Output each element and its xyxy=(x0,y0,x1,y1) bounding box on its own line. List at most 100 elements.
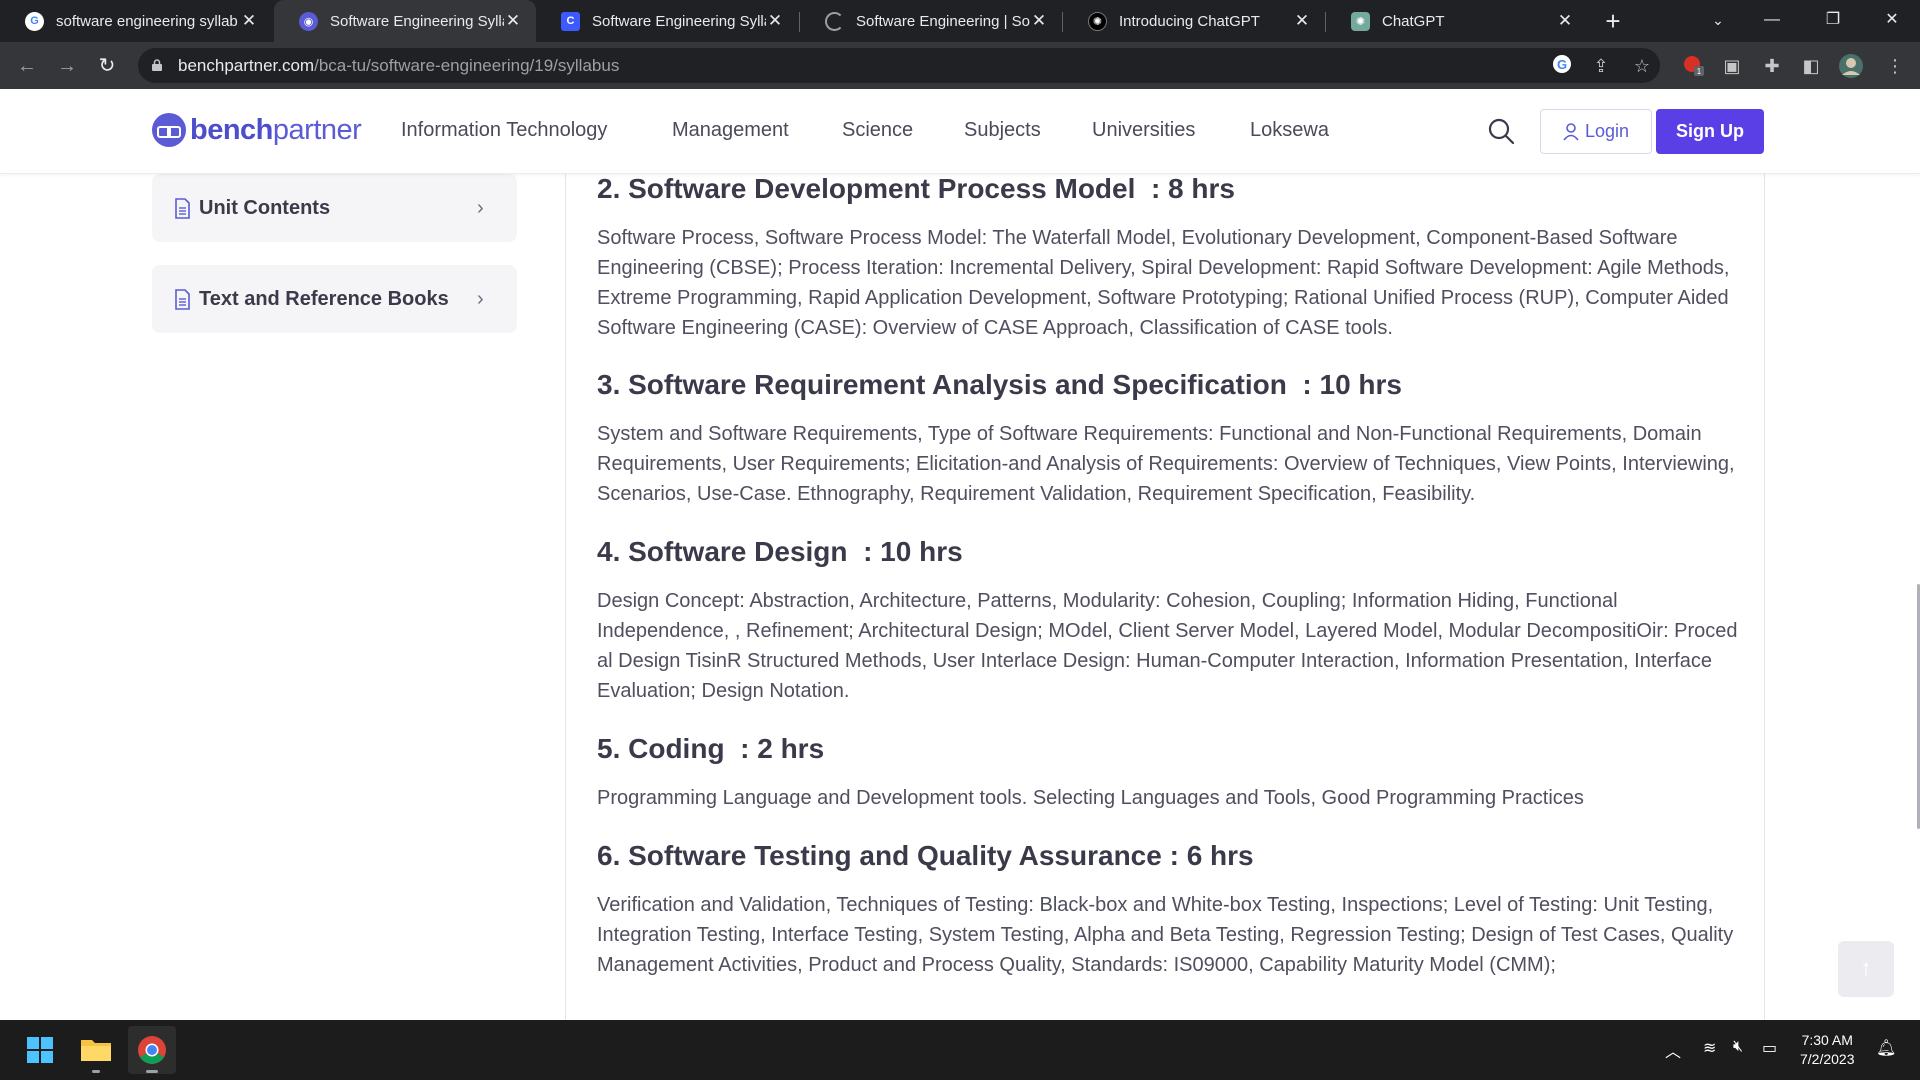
chatgpt-icon: ✺ xyxy=(1351,11,1370,31)
browser-tab[interactable]: ✺ Introducing ChatGPT ✕ xyxy=(1063,0,1325,42)
nav-science[interactable]: Science xyxy=(842,119,913,142)
unit-hours: : 10 hrs xyxy=(1302,369,1402,400)
browser-tab-strip: G software engineering syllab ✕ ◉ Softwa… xyxy=(0,0,1920,42)
start-windows-icon[interactable] xyxy=(16,1026,64,1074)
logo-glasses-icon xyxy=(152,113,186,147)
logo-text: benchpartner xyxy=(190,113,362,147)
close-tab-icon[interactable]: ✕ xyxy=(1030,11,1048,31)
browser-tab[interactable]: G software engineering syllab ✕ xyxy=(0,0,272,42)
tab-title: Software Engineering Syllab xyxy=(330,12,504,30)
unit-heading: 3. Software Requirement Analysis and Spe… xyxy=(597,369,1402,401)
unit-description: Programming Language and Development too… xyxy=(597,787,1584,809)
chrome-taskbar-icon[interactable] xyxy=(128,1026,176,1074)
speaker-muted-icon[interactable]: 🔇︎ xyxy=(1733,1038,1743,1056)
document-icon xyxy=(175,197,190,219)
battery-icon[interactable]: ▭ xyxy=(1762,1038,1777,1058)
url-path: /bca-tu/software-engineering/19/syllabus xyxy=(314,56,620,75)
menu-kebab-icon[interactable]: ⋮ xyxy=(1882,53,1908,79)
unit-title: 4. Software Design xyxy=(597,536,848,567)
chevron-right-icon: › xyxy=(477,287,484,310)
address-bar[interactable]: benchpartner.com/bca-tu/software-enginee… xyxy=(138,48,1660,83)
profile-avatar[interactable] xyxy=(1838,53,1864,79)
tab-search-chevron-icon[interactable]: ⌄ xyxy=(1690,0,1746,40)
nav-universities[interactable]: Universities xyxy=(1092,119,1195,142)
unit-heading: 2. Software Development Process Model : … xyxy=(597,173,1235,205)
close-tab-icon[interactable]: ✕ xyxy=(1293,11,1311,31)
web-page: benchpartner Information Technology Mana… xyxy=(0,89,1920,1020)
tab-title: Software Engineering | Soft xyxy=(856,12,1030,30)
window-close-button[interactable]: ✕ xyxy=(1864,0,1920,40)
google-lens-icon[interactable]: G xyxy=(1549,53,1575,79)
url-text[interactable]: benchpartner.com/bca-tu/software-enginee… xyxy=(178,56,619,76)
tab-title: software engineering syllab xyxy=(56,12,238,30)
extension-shield-icon[interactable]: 1 xyxy=(1680,53,1706,79)
lock-icon[interactable] xyxy=(152,59,162,71)
syllabus-content: 2. Software Development Process Model : … xyxy=(565,89,1765,1020)
nav-loksewa[interactable]: Loksewa xyxy=(1250,119,1329,142)
close-tab-icon[interactable]: ✕ xyxy=(766,11,784,31)
restore-button[interactable]: ❐ xyxy=(1805,0,1861,40)
unit-heading: 5. Coding : 2 hrs xyxy=(597,733,824,765)
side-panel-icon[interactable]: ◧ xyxy=(1798,53,1824,79)
unit-hours: : 8 hrs xyxy=(1150,173,1235,204)
chevron-right-icon: › xyxy=(477,196,484,219)
unit-title: 2. Software Development Process Model xyxy=(597,173,1136,204)
sidebar-item-label: Text and Reference Books xyxy=(199,287,449,310)
benchpartner-icon: ◉ xyxy=(299,11,318,31)
minimize-button[interactable]: — xyxy=(1744,0,1800,40)
close-tab-icon[interactable]: ✕ xyxy=(1556,11,1574,31)
svg-text:G: G xyxy=(1557,57,1567,72)
bookmark-star-icon[interactable]: ☆ xyxy=(1629,53,1655,79)
close-tab-icon[interactable]: ✕ xyxy=(240,11,258,31)
reload-button[interactable]: ↻ xyxy=(90,49,124,83)
url-host: benchpartner.com xyxy=(178,56,315,75)
browser-tab-active[interactable]: ◉ Software Engineering Syllab ✕ xyxy=(274,0,536,42)
unit-hours: : 10 hrs xyxy=(863,536,963,567)
close-tab-icon[interactable]: ✕ xyxy=(504,11,522,31)
file-explorer-icon[interactable] xyxy=(72,1026,120,1074)
browser-tab[interactable]: ✺ ChatGPT ✕ xyxy=(1326,0,1588,42)
site-logo[interactable]: benchpartner xyxy=(152,113,362,147)
nav-management[interactable]: Management xyxy=(672,119,789,142)
unit-description: Verification and Validation, Techniques … xyxy=(597,894,1734,976)
tab-title: ChatGPT xyxy=(1382,12,1445,30)
wifi-icon[interactable]: ≋ xyxy=(1703,1038,1716,1058)
notification-bell-icon[interactable]: 🔔︎ xyxy=(1876,1038,1896,1058)
loading-icon xyxy=(825,11,844,31)
nav-subjects[interactable]: Subjects xyxy=(964,119,1041,142)
system-clock[interactable]: 7:30 AM 7/2/2023 xyxy=(1800,1031,1855,1069)
unit-heading: 6. Software Testing and Quality Assuranc… xyxy=(597,840,1254,872)
nav-information-technology[interactable]: Information Technology xyxy=(401,119,607,142)
show-hidden-icons-chevron[interactable]: ︿ xyxy=(1665,1038,1681,1062)
unit-title: 3. Software Requirement Analysis and Spe… xyxy=(597,369,1287,400)
openai-icon: ✺ xyxy=(1088,11,1107,31)
new-tab-button[interactable]: + xyxy=(1598,6,1628,36)
windows-taskbar: ︿ ≋ 🔇︎ ▭ 7:30 AM 7/2/2023 🔔︎ xyxy=(0,1020,1920,1080)
unit-hours: : 6 hrs xyxy=(1169,840,1254,871)
logo-text-bold: bench xyxy=(190,113,273,146)
sidebar-item-unit-contents[interactable]: Unit Contents › xyxy=(152,174,517,242)
search-icon[interactable] xyxy=(1487,117,1515,145)
login-label: Login xyxy=(1584,121,1630,141)
cast-icon[interactable]: ▣ xyxy=(1719,53,1745,79)
unit-title: 5. Coding xyxy=(597,733,725,764)
browser-tab[interactable]: C Software Engineering Syllab ✕ xyxy=(536,0,798,42)
user-icon xyxy=(1563,122,1579,141)
share-icon[interactable]: ⇪ xyxy=(1588,53,1614,79)
tab-title: Software Engineering Syllab xyxy=(592,12,766,30)
sidebar-item-label: Unit Contents xyxy=(199,196,331,219)
signup-button[interactable]: Sign Up xyxy=(1656,109,1764,154)
unit-description: System and Software Requirements, Type o… xyxy=(597,423,1735,505)
clock-date: 7/2/2023 xyxy=(1800,1051,1855,1067)
forward-button[interactable]: → xyxy=(50,49,84,83)
browser-tab[interactable]: Software Engineering | Soft ✕ xyxy=(800,0,1062,42)
sidebar-item-text-and-reference-books[interactable]: Text and Reference Books › xyxy=(152,265,517,333)
c-icon: C xyxy=(561,11,580,31)
unit-title: 6. Software Testing and Quality Assuranc… xyxy=(597,840,1162,871)
unit-hours: : 2 hrs xyxy=(740,733,825,764)
back-button[interactable]: ← xyxy=(10,49,44,83)
extensions-puzzle-icon[interactable]: ✚ xyxy=(1759,53,1785,79)
browser-toolbar: ← → ↻ benchpartner.com/bca-tu/software-e… xyxy=(0,42,1920,89)
scroll-to-top-button[interactable]: ↑ xyxy=(1838,941,1894,997)
login-button[interactable]: Login xyxy=(1540,109,1652,154)
